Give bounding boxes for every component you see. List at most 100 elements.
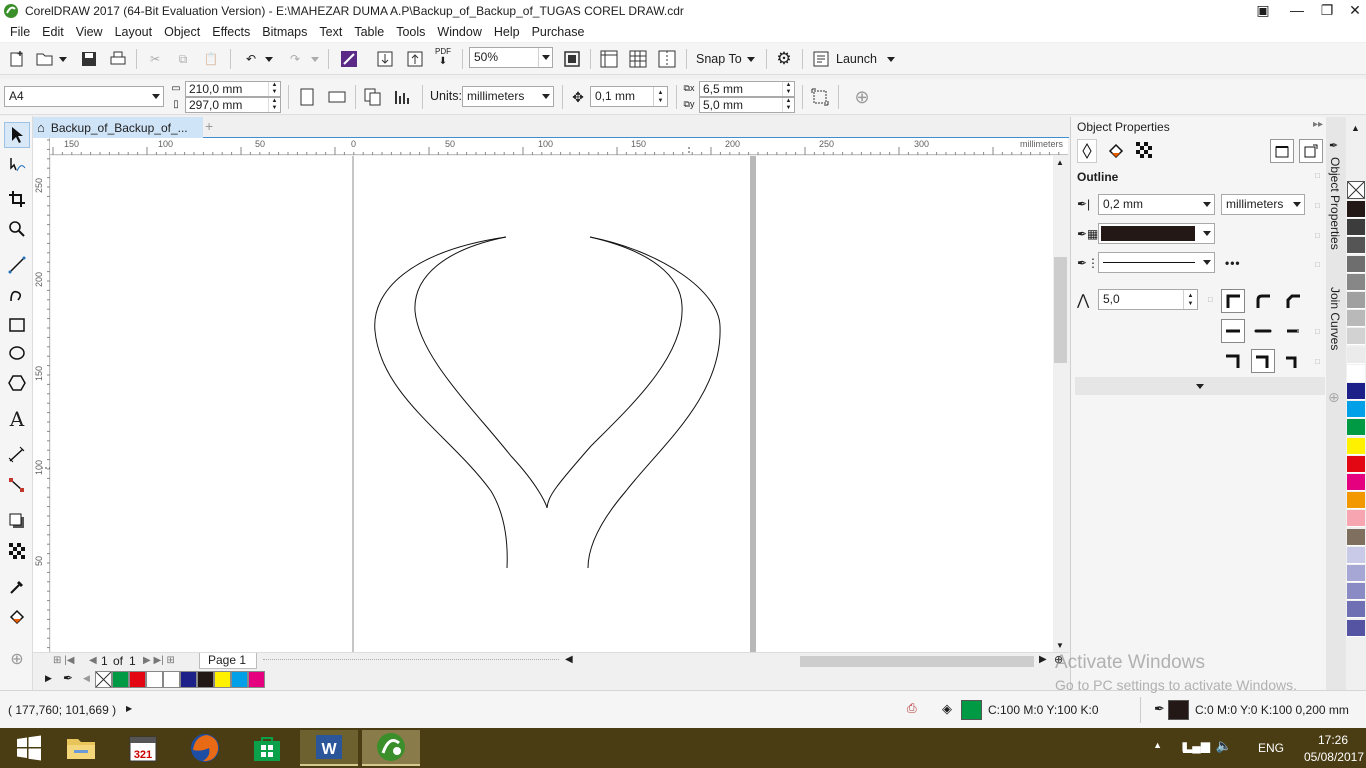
object-properties-tab[interactable]: Object Properties [1328,157,1342,250]
palette-color-swatch[interactable] [1347,583,1365,601]
options-gear-icon[interactable]: ⚙ [773,48,795,70]
duplicate-y-field[interactable]: 5,0 mm ▲ ▼ [699,97,795,113]
artistic-media-tool-icon[interactable] [4,282,30,308]
outline-color-combo[interactable] [1098,223,1215,244]
transparency-tab-icon[interactable] [1136,142,1154,160]
outline-tab-pen-icon[interactable] [1077,139,1097,163]
clock-date[interactable]: 05/08/2017 [1304,750,1364,764]
menu-view[interactable]: View [70,25,109,39]
document-color-swatch[interactable] [231,671,248,688]
redo-icon[interactable]: ↷ [284,48,306,70]
page-height-field[interactable]: 297,0 mm ▲ ▼ [185,97,281,113]
palette-expand-icon[interactable]: ▶ [45,673,52,684]
copy-icon[interactable]: ⧉ [172,48,194,70]
page-height-spinner-icon[interactable]: ▲ ▼ [268,98,280,112]
no-fill-swatch[interactable] [1347,181,1365,199]
add-tool-icon[interactable]: ⊕ [4,646,30,672]
inner-left-curve[interactable] [414,236,548,509]
palette-scroll-up-icon[interactable]: ▲ [1351,123,1360,133]
palette-color-swatch[interactable] [1347,364,1365,382]
scroll-up-icon[interactable]: ▲ [1056,158,1064,167]
scroll-right-icon[interactable]: ▶ [1039,654,1047,665]
landscape-icon[interactable] [326,86,348,108]
connector-tool-icon[interactable] [4,472,30,498]
horizontal-scroll-thumb[interactable] [800,656,1034,667]
save-icon[interactable] [78,48,100,70]
palette-color-swatch[interactable] [1347,419,1365,437]
palette-color-swatch[interactable] [1347,401,1365,419]
scroll-down-icon[interactable]: ▼ [1056,641,1064,650]
all-pages-icon[interactable] [362,86,384,108]
file-explorer-icon[interactable] [52,730,110,766]
round-join-icon[interactable] [1251,289,1275,313]
outline-units-combo[interactable]: millimeters [1221,194,1305,215]
outline-style-combo[interactable] [1098,252,1215,273]
network-icon[interactable]: ▂▄▆ [1183,739,1210,753]
previous-page-icon[interactable]: ◀ [89,655,97,666]
calendar-321-icon[interactable]: 321 [114,730,172,766]
add-docker-icon[interactable]: ⊕ [1328,389,1340,406]
color-eyedropper-tool-icon[interactable] [4,574,30,600]
palette-color-swatch[interactable] [1347,492,1365,510]
duplicate-x-spinner-icon[interactable]: ▲ ▼ [782,82,794,96]
docker-expand-icon[interactable]: ▸▸ [1313,119,1323,130]
outline-color-status-swatch[interactable] [1168,700,1189,720]
treat-as-filled-icon[interactable] [809,86,831,108]
status-expand-icon[interactable]: ▶ [126,704,132,713]
palette-color-swatch[interactable] [1347,437,1365,455]
curve-drawing[interactable] [374,236,721,569]
menu-table[interactable]: Table [348,25,390,39]
palette-color-swatch[interactable] [1347,546,1365,564]
menu-tools[interactable]: Tools [390,25,431,39]
text-tool-icon[interactable]: A [4,406,30,432]
paste-icon[interactable]: 📋 [200,48,222,70]
shape-tool-icon[interactable] [4,152,30,178]
snap-to-button[interactable]: Snap To [696,52,742,66]
document-color-swatch[interactable] [214,671,231,688]
zoom-tool-icon[interactable] [4,216,30,242]
butt-cap-icon[interactable] [1221,319,1245,343]
palette-color-swatch[interactable] [1347,474,1365,491]
cut-icon[interactable]: ✂ [144,48,166,70]
document-color-swatch[interactable] [180,671,197,688]
menu-layout[interactable]: Layout [109,25,159,39]
zoom-level-combo[interactable]: 50% [469,47,553,68]
parallel-dimension-tool-icon[interactable] [4,442,30,468]
print-icon[interactable] [107,48,129,70]
menu-text[interactable]: Text [313,25,348,39]
home-icon[interactable]: ⌂ [37,120,45,135]
palette-color-swatch[interactable] [1347,310,1365,328]
square-cap-icon[interactable] [1281,319,1305,343]
nudge-spinner-icon[interactable]: ▲ ▼ [653,87,667,106]
palette-color-swatch[interactable] [1347,328,1365,346]
no-color-swatch[interactable] [95,671,112,688]
menu-bitmaps[interactable]: Bitmaps [256,25,313,39]
palette-color-swatch[interactable] [1347,273,1365,291]
horizontal-ruler[interactable]: 150 100 50 0 50 100 150 200 250 300 mill… [50,138,1068,155]
palette-color-swatch[interactable] [1347,255,1365,273]
full-screen-preview-icon[interactable] [561,48,583,70]
palette-color-swatch[interactable] [1347,528,1365,546]
units-combo[interactable]: millimeters [462,86,554,107]
bevel-join-icon[interactable] [1281,289,1305,313]
join-curves-tab[interactable]: Join Curves [1328,287,1342,350]
outline-style-pin-icon[interactable]: □ [1315,260,1320,269]
language-indicator[interactable]: ENG [1258,741,1284,755]
page-1-tab[interactable]: Page 1 [199,653,257,669]
store-icon[interactable] [238,730,296,766]
portrait-icon[interactable] [296,86,318,108]
menu-object[interactable]: Object [158,25,206,39]
document-color-swatch[interactable] [197,671,214,688]
outline-section-pin-icon[interactable]: □ [1315,171,1320,180]
rectangle-tool-icon[interactable] [4,312,30,338]
launch-button[interactable]: Launch [836,52,877,66]
menu-window[interactable]: Window [431,25,487,39]
cap-pin-icon[interactable]: □ [1315,327,1320,336]
vertical-scrollbar[interactable]: ▲ ▼ [1053,156,1068,652]
new-document-icon[interactable] [6,48,28,70]
volume-icon[interactable]: 🔈 [1216,738,1232,754]
docker-toggle-icon[interactable]: ▣ [1246,0,1280,22]
document-color-swatch[interactable] [163,671,180,688]
outer-left-curve[interactable] [374,236,508,569]
freehand-tool-icon[interactable] [4,252,30,278]
